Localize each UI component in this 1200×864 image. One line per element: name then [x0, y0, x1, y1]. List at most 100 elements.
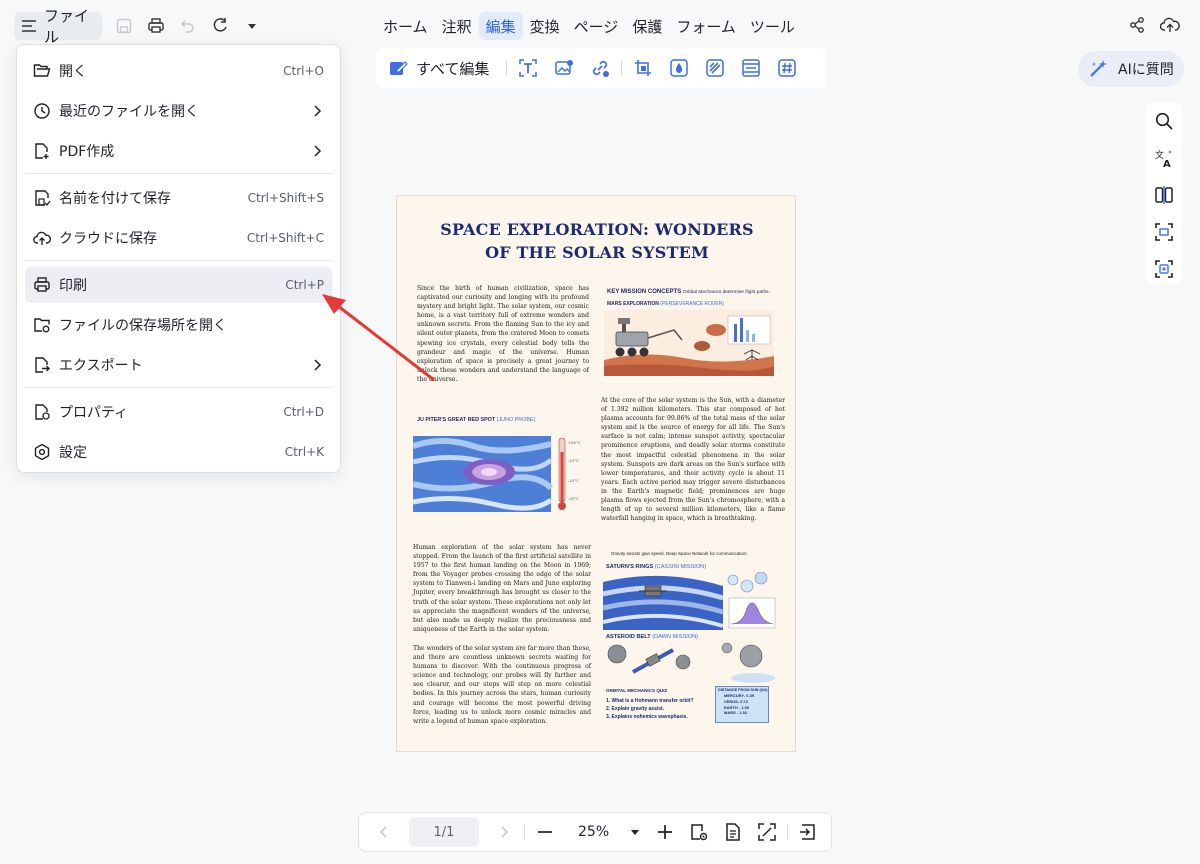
add-link-icon[interactable] — [589, 57, 611, 79]
bates-number-icon[interactable] — [776, 57, 798, 79]
paragraph-exploration: Human exploration of the solar system ha… — [413, 544, 591, 633]
crop-icon[interactable] — [632, 57, 654, 79]
zoom-dropdown-icon[interactable] — [624, 821, 646, 843]
zoom-in-icon[interactable] — [654, 821, 676, 843]
menu-item-save-to-cloud[interactable]: クラウドに保存 Ctrl+Shift+C — [25, 220, 332, 256]
collapse-panel-icon[interactable] — [797, 821, 819, 843]
previous-page-icon[interactable] — [373, 821, 395, 843]
share-icon[interactable] — [1128, 16, 1148, 36]
background-icon[interactable] — [704, 57, 726, 79]
chevron-right-icon — [314, 359, 322, 371]
document-properties-icon — [35, 404, 50, 420]
edit-toolbar: すべて編集 — [376, 48, 826, 88]
quiz-list: 1. What is a Hohmann transfer orbit? 2. … — [606, 698, 694, 720]
caption-jupiter: JU PITER'S GREAT RED SPOT (JUNO PROBE) — [417, 417, 536, 423]
edit-all-icon — [388, 58, 408, 78]
zoom-out-icon[interactable] — [534, 821, 556, 843]
ask-ai-button[interactable]: AIに質問 — [1078, 51, 1184, 87]
create-file-icon — [35, 143, 49, 159]
translate-icon[interactable]: 文A — [1153, 147, 1175, 169]
caption-mars: MARS EXPLORATION (PERSEVERANCE ROVER) — [607, 301, 724, 307]
menu-item-save-as[interactable]: 名前を付けて保存 Ctrl+Shift+S — [25, 180, 332, 216]
right-tool-rail: 文A — [1146, 102, 1182, 284]
document-title: SPACE EXPLORATION: WONDERS OF THE SOLAR … — [440, 220, 754, 262]
menu-item-settings[interactable]: 設定 Ctrl+K — [25, 434, 332, 470]
menu-item-export[interactable]: エクスポート — [25, 347, 332, 383]
tab-form[interactable]: フォーム — [669, 12, 743, 40]
caption-saturn: SATURN'S RINGS (CASSINI MISSION) — [606, 564, 707, 570]
watermark-icon[interactable] — [668, 57, 690, 79]
asteroid-belt-illustration — [603, 642, 777, 684]
undo-icon[interactable] — [178, 16, 198, 36]
header-footer-icon[interactable] — [740, 57, 762, 79]
clock-icon — [34, 103, 50, 119]
menu-divider — [25, 387, 332, 388]
ocr-scan-icon[interactable] — [1153, 258, 1175, 280]
menu-item-open[interactable]: 開く Ctrl+O — [25, 53, 332, 89]
quiz-title: ORBITAL MECHANICS QUIZ — [606, 688, 668, 693]
caption-asteroid: ASTEROID BELT (DAWN MISSION) — [606, 634, 699, 640]
print-icon[interactable] — [146, 16, 166, 36]
save-as-icon — [35, 190, 51, 206]
save-icon[interactable] — [114, 16, 134, 36]
zoom-level[interactable]: 25% — [578, 824, 616, 840]
next-page-icon[interactable] — [493, 821, 515, 843]
menu-item-properties[interactable]: プロパティ Ctrl+D — [25, 394, 332, 430]
folder-location-icon — [34, 318, 50, 333]
paragraph-conclusion: The wonders of the solar system are far … — [413, 645, 591, 725]
menu-item-recent-files[interactable]: 最近のファイルを開く — [25, 93, 332, 129]
tab-protect[interactable]: 保護 — [625, 12, 669, 40]
svg-text:-10°C: -10°C — [568, 478, 579, 483]
menu-divider — [25, 260, 332, 261]
search-icon[interactable] — [1153, 110, 1175, 132]
print-icon — [34, 277, 50, 292]
hamburger-icon — [20, 17, 38, 35]
tab-home[interactable]: ホーム — [376, 12, 435, 40]
edit-all-button[interactable]: すべて編集 — [388, 58, 489, 79]
cloud-icon — [33, 231, 51, 245]
view-mode-icon[interactable] — [688, 821, 710, 843]
tab-annotate[interactable]: 注釈 — [435, 12, 479, 40]
tab-edit[interactable]: 編集 — [478, 12, 523, 40]
toolbar-separator — [787, 825, 788, 839]
export-icon — [35, 357, 50, 373]
tab-page[interactable]: ページ — [567, 12, 626, 40]
screenshot-icon[interactable] — [1153, 221, 1175, 243]
add-text-icon[interactable] — [517, 57, 539, 79]
svg-text:-20°C: -20°C — [568, 496, 579, 501]
folder-open-icon — [33, 64, 51, 77]
toolbar-separator — [506, 61, 508, 75]
caption-gravity: Gravity assists gain speed. Deep Space N… — [611, 551, 748, 556]
menu-item-open-file-location[interactable]: ファイルの保存場所を開く — [25, 307, 332, 343]
fit-page-icon[interactable] — [756, 821, 778, 843]
distance-table: DISTANCE FROM SUN (AU) MERCURY- 0.39 VEN… — [715, 686, 769, 723]
svg-text:-10°C: -10°C — [568, 458, 579, 463]
tab-tools[interactable]: ツール — [743, 12, 802, 40]
svg-text:+60°C: +60°C — [568, 440, 581, 445]
saturn-rings-illustration — [603, 572, 777, 630]
page-navigation-bar: 1/1 25% — [358, 812, 832, 852]
tab-convert[interactable]: 変換 — [523, 12, 567, 40]
svg-text:A: A — [1163, 159, 1171, 168]
cloud-upload-icon[interactable] — [1160, 16, 1180, 36]
chevron-right-icon — [314, 145, 322, 157]
quick-access-dropdown-icon[interactable] — [242, 16, 262, 36]
page-number-input[interactable]: 1/1 — [409, 817, 479, 847]
paragraph-intro: Since the birth of human civilization, s… — [417, 285, 589, 383]
mars-rover-illustration — [604, 310, 774, 376]
page-display-icon[interactable] — [722, 821, 744, 843]
paragraph-sun: At the core of the solar system is the S… — [601, 397, 785, 523]
ai-sparkle-icon — [1088, 59, 1108, 79]
jupiter-red-spot-illustration: +60°C -10°C -10°C -20°C — [413, 432, 589, 518]
compare-icon[interactable] — [1153, 184, 1175, 206]
add-image-icon[interactable] — [553, 57, 575, 79]
toolbar-separator — [621, 61, 623, 75]
ask-ai-label: AIに質問 — [1118, 62, 1174, 78]
caption-key-mission: KEY MISSION CONCEPTS Orbital Mechanics d… — [607, 289, 770, 295]
redo-icon[interactable] — [210, 16, 230, 36]
main-menu-tabs: ホーム 注釈 編集 変換 ページ 保護 フォーム ツール — [376, 12, 802, 40]
file-menu-button[interactable]: ファイル — [14, 7, 102, 46]
edit-all-label: すべて編集 — [416, 59, 490, 78]
menu-item-create-pdf[interactable]: PDF作成 — [25, 133, 332, 169]
menu-item-print[interactable]: 印刷 Ctrl+P — [25, 267, 332, 303]
